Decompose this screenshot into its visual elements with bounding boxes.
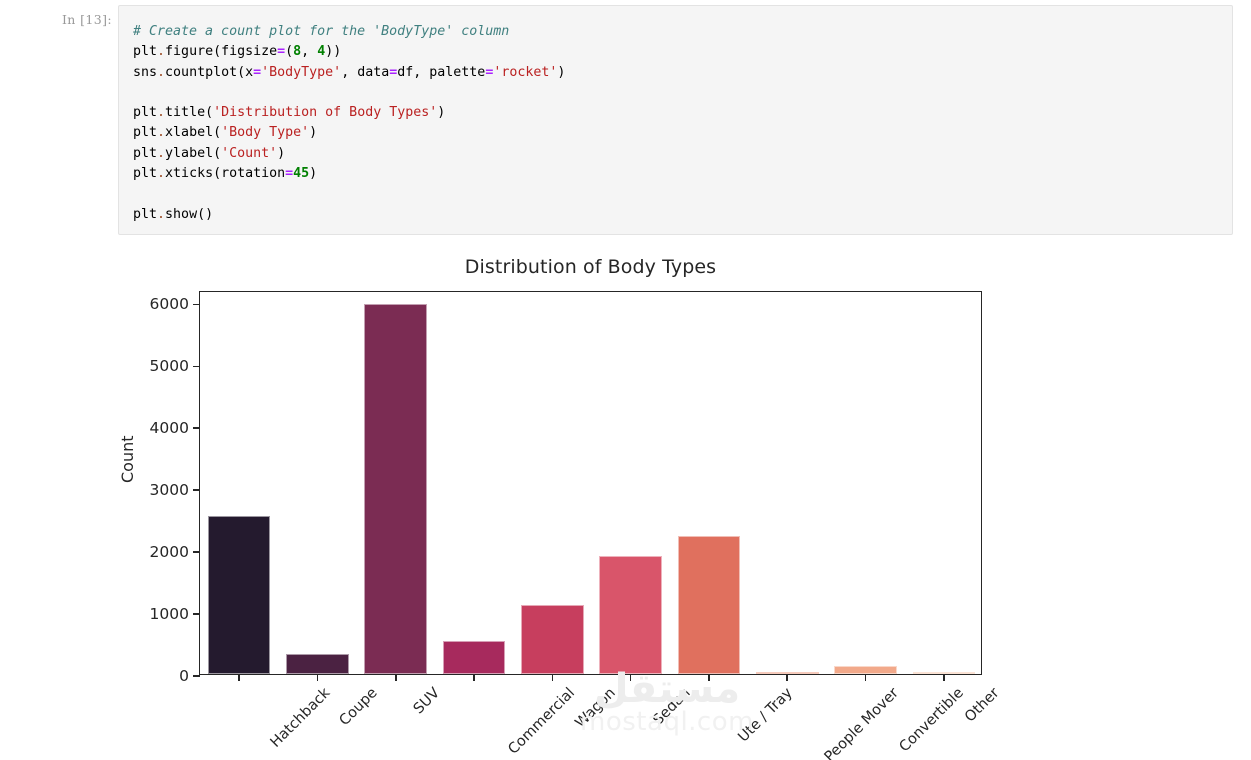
chart-plot-area: 0 1000 2000 3000 4000 5000 6000 Hatchback Coupe S… (150, 292, 1003, 760)
y-axis-tick (193, 365, 200, 368)
code-token: ) (437, 105, 446, 121)
y-axis-tick-label: 0 (179, 667, 189, 685)
code-token: plt (133, 145, 158, 161)
bar (364, 304, 428, 674)
y-axis-tick (193, 489, 200, 491)
x-axis-tick (551, 674, 554, 681)
x-axis-tick-label: Sedan (649, 685, 694, 729)
code-token: . (157, 145, 166, 161)
bar (677, 536, 741, 674)
code-token: ) (557, 64, 566, 80)
x-axis-tick-label: Convertible (896, 685, 967, 756)
code-token: . (157, 206, 166, 222)
x-axis-tick-label: Coupe (337, 685, 382, 730)
bar (834, 665, 897, 674)
code-token: , (301, 44, 318, 60)
notebook-page: In [13]: # Create a count plot for the '… (0, 0, 1251, 760)
x-axis-tick-label: Ute / Tray (735, 685, 796, 746)
code-token: plt (133, 44, 158, 60)
y-axis-tick-label: 6000 (149, 295, 189, 314)
y-axis-tick (193, 303, 200, 306)
code-token: plt (133, 105, 158, 121)
y-axis-tick-label: 5000 (149, 357, 189, 376)
code-token: 45 (293, 166, 310, 182)
x-axis-tick (864, 674, 867, 681)
code-token: = (277, 44, 286, 60)
notebook-input-cell: In [13]: # Create a count plot for the '… (0, 0, 1251, 240)
x-axis-tick (394, 674, 397, 681)
x-axis-tick-label: SUV (410, 685, 443, 718)
code-token: 'rocket' (493, 64, 558, 80)
code-token: 'Count' (221, 145, 278, 161)
code-token: 4 (317, 44, 326, 60)
code-token: = (285, 166, 294, 182)
x-axis-tick-label: People Mover (821, 685, 903, 760)
code-token: . (157, 64, 166, 80)
x-axis-tick-label: Other (961, 685, 1003, 726)
bar (599, 556, 662, 674)
code-editor[interactable]: # Create a count plot for the 'BodyType'… (118, 5, 1233, 235)
matplotlib-figure-output: Distribution of Body Types Count 0 1000 20… (0, 240, 1251, 760)
code-token: ) (277, 145, 286, 161)
bar (442, 641, 506, 674)
code-token: 'Distribution of Body Types' (213, 105, 438, 121)
code-token: ylabel( (165, 145, 222, 161)
y-axis-tick (193, 675, 200, 677)
bar (286, 654, 349, 674)
code-token: plt (133, 206, 158, 222)
x-axis-tick (238, 674, 240, 681)
code-token: = (253, 64, 262, 80)
code-token: sns (133, 64, 158, 80)
code-token: xlabel( (165, 125, 222, 141)
code-token: show() (165, 206, 214, 222)
code-token: . (157, 125, 166, 141)
x-axis-tick (473, 674, 475, 681)
x-axis-tick-label: Wagon (572, 685, 620, 732)
y-axis-tick (193, 551, 200, 553)
code-token: 8 (293, 44, 302, 60)
bar (521, 605, 584, 674)
y-axis-tick-label: 1000 (149, 605, 189, 624)
x-axis-tick (786, 674, 789, 681)
x-axis-tick (629, 674, 632, 681)
code-token: 'BodyType' (261, 64, 342, 80)
y-axis-tick-label: 4000 (149, 419, 189, 438)
y-axis-tick (193, 613, 200, 615)
x-axis-tick (316, 674, 319, 681)
x-axis-tick (943, 674, 945, 681)
code-token: # Create a count plot for the 'BodyType'… (133, 24, 510, 39)
code-token: ( (285, 44, 294, 60)
code-token: . (157, 105, 166, 121)
y-axis-tick-label: 2000 (149, 543, 189, 562)
code-token: plt (133, 166, 158, 182)
code-token: figure(figsize (165, 44, 278, 60)
bar (207, 516, 271, 674)
x-axis-tick-label: Commercial (505, 685, 579, 758)
code-token: ) (309, 166, 318, 182)
code-token: countplot(x (165, 64, 254, 80)
code-source[interactable]: # Create a count plot for the 'BodyType'… (133, 22, 1218, 225)
x-axis-tick-label: Hatchback (267, 685, 334, 751)
chart-axes: 0 1000 2000 3000 4000 5000 6000 Hatchback Coupe S… (150, 291, 1003, 760)
code-token: xticks(rotation (165, 166, 286, 182)
chart-title: Distribution of Body Types (464, 256, 717, 278)
code-token: title( (165, 105, 214, 121)
x-axis-tick (708, 674, 710, 681)
code-token: )) (325, 44, 342, 60)
y-axis-tick (193, 427, 200, 430)
code-token: , data (341, 64, 390, 80)
code-token: 'Body Type' (221, 125, 310, 141)
code-token: ) (309, 125, 318, 141)
y-axis-tick-label: 3000 (149, 481, 189, 500)
code-token: . (157, 166, 166, 182)
code-token: . (157, 44, 166, 60)
cell-prompt-label: In [13]: (61, 12, 112, 27)
code-token: plt (133, 125, 158, 141)
chart-ylabel: Count (118, 435, 137, 483)
code-token: df, palette (397, 64, 486, 80)
